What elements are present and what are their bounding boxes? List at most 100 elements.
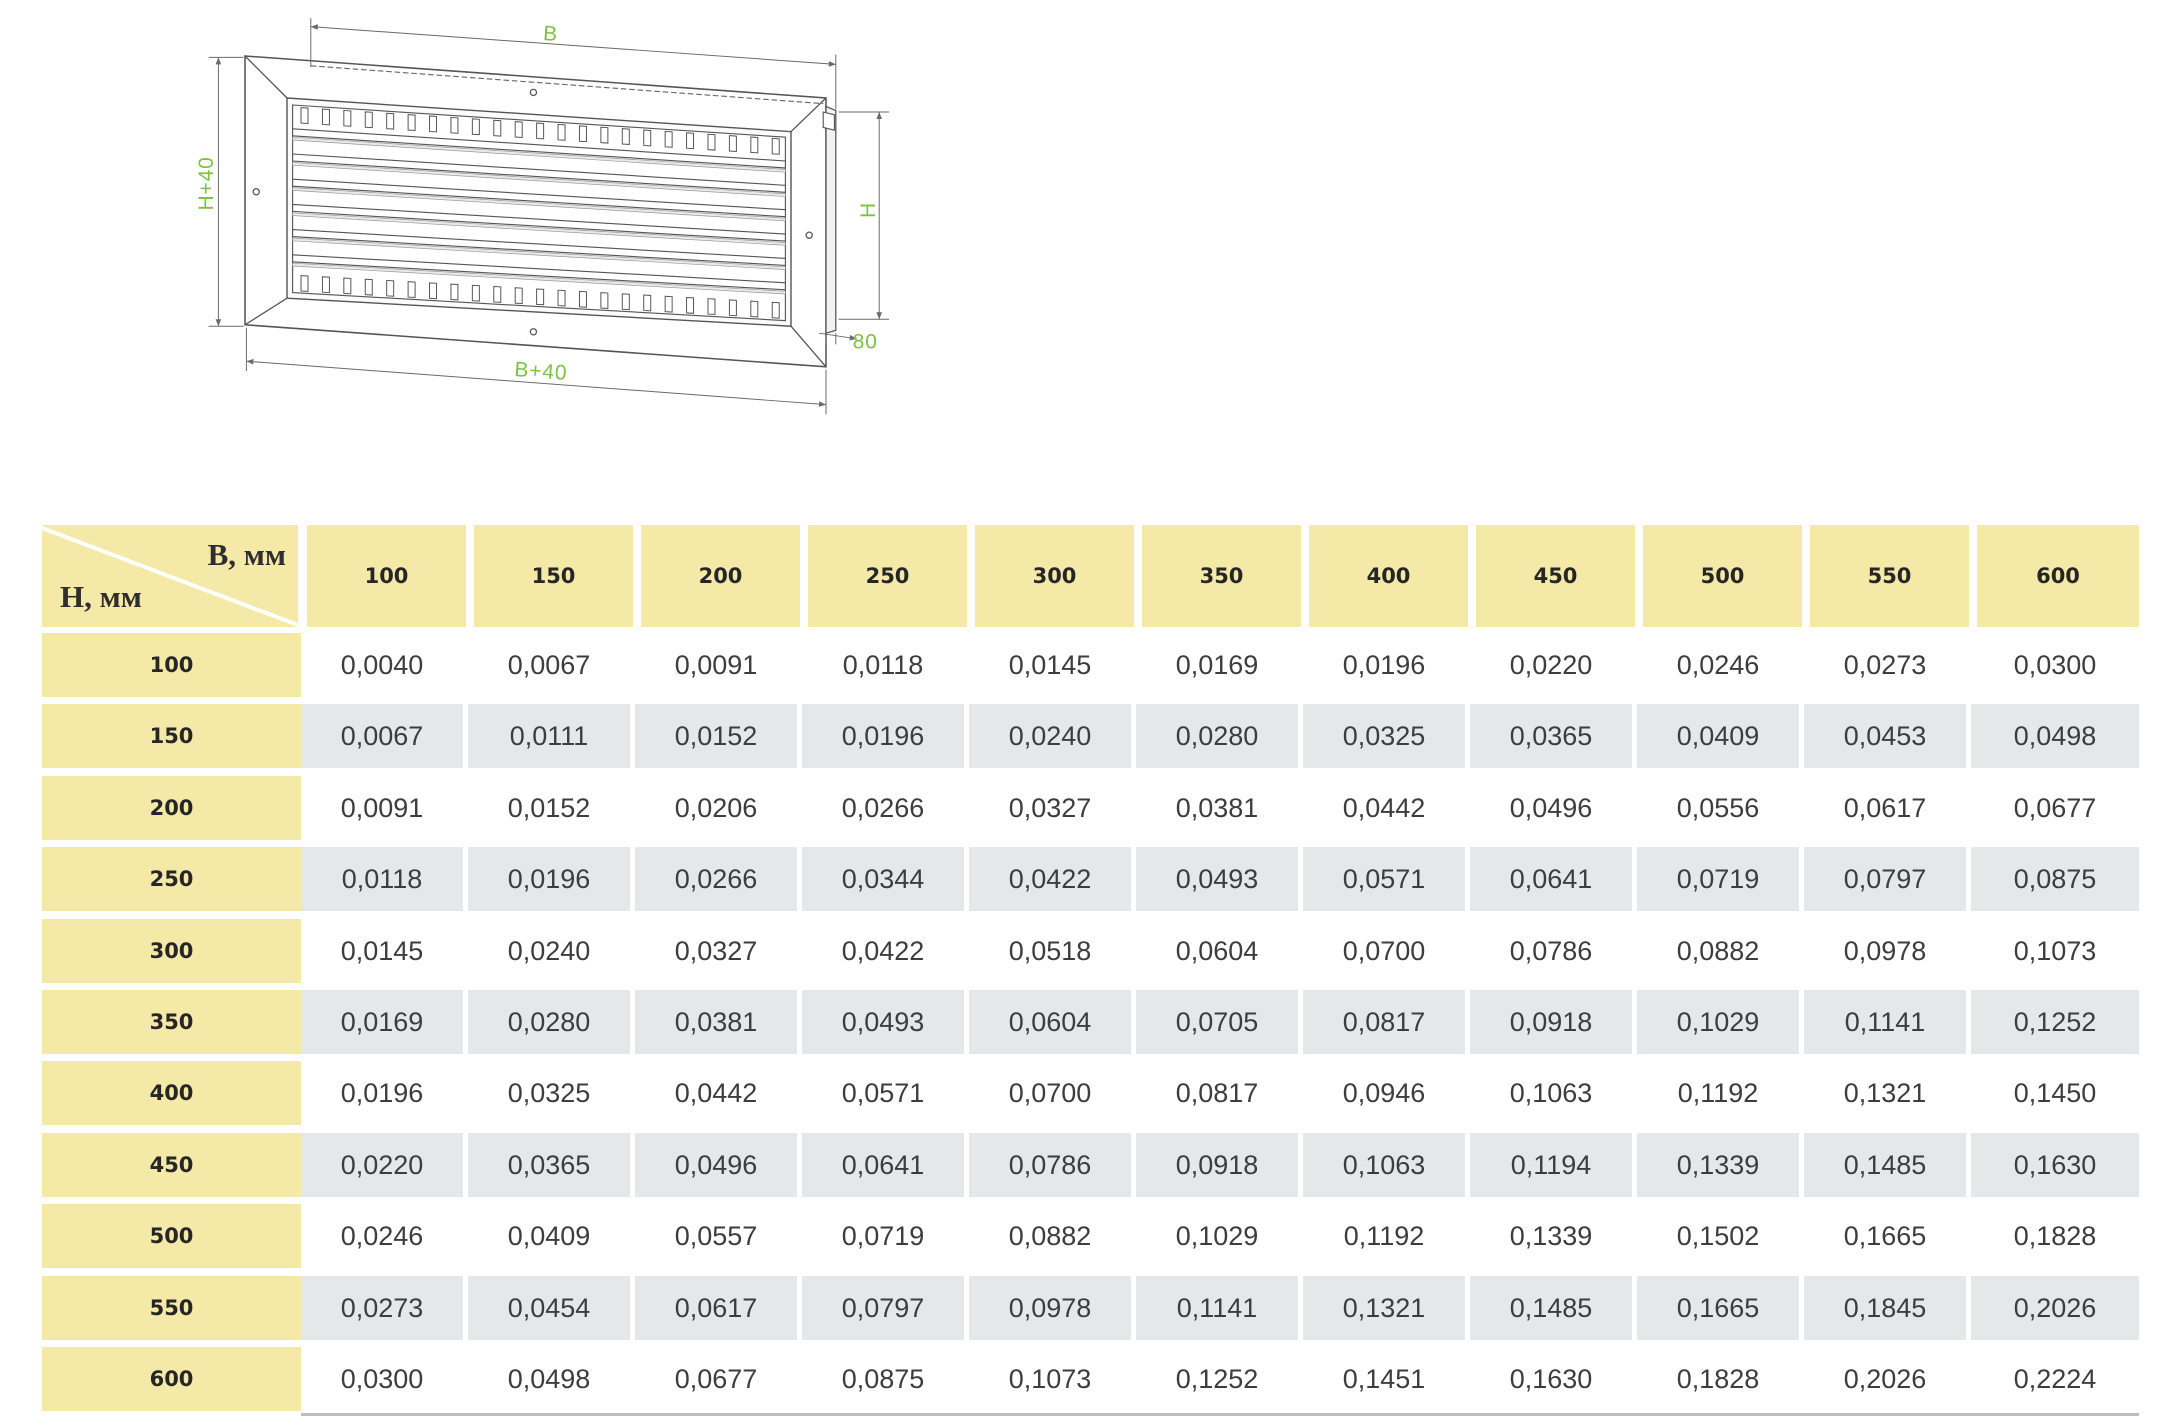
free-area-value-cell: 0,1063 bbox=[1303, 1133, 1465, 1197]
h-row-header: 250 bbox=[42, 847, 301, 911]
b-column-header: 450 bbox=[1476, 525, 1635, 627]
free-area-value-cell: 0,1665 bbox=[1843, 1220, 1927, 1251]
free-area-value-cell: 0,1450 bbox=[2013, 1077, 2097, 1108]
free-area-value-cell: 0,0617 bbox=[635, 1276, 797, 1340]
free-area-value-cell: 0,0273 bbox=[1843, 649, 1927, 680]
free-area-value-cell: 0,0604 bbox=[969, 990, 1131, 1054]
free-area-value-cell: 0,0381 bbox=[635, 990, 797, 1054]
free-area-value-cell: 0,0518 bbox=[1008, 935, 1092, 966]
free-area-value-cell: 0,1192 bbox=[1677, 1077, 1759, 1108]
free-area-value-cell: 0,0091 bbox=[340, 792, 424, 823]
b-column-header: 200 bbox=[641, 525, 800, 627]
free-area-value-cell: 0,0918 bbox=[1470, 990, 1632, 1054]
free-area-value-cell: 0,0152 bbox=[635, 704, 797, 768]
h-row-header: 150 bbox=[42, 704, 301, 768]
free-area-value-cell: 0,0196 bbox=[468, 847, 630, 911]
free-area-value-cell: 0,0240 bbox=[507, 935, 591, 966]
b-axis-label: B, мм bbox=[207, 537, 286, 572]
free-area-value-cell: 0,0220 bbox=[301, 1133, 463, 1197]
free-area-value-cell: 0,0641 bbox=[1470, 847, 1632, 911]
free-area-value-cell: 0,0091 bbox=[674, 649, 758, 680]
free-area-value-cell: 0,0978 bbox=[1843, 935, 1927, 966]
free-area-value-cell: 0,0797 bbox=[802, 1276, 964, 1340]
free-area-value-cell: 0,0266 bbox=[635, 847, 797, 911]
free-area-value-cell: 0,0875 bbox=[1971, 847, 2139, 911]
free-area-value-cell: 0,1192 bbox=[1343, 1220, 1425, 1251]
free-area-value-cell: 0,1828 bbox=[1676, 1363, 1760, 1394]
free-area-value-cell: 0,0705 bbox=[1136, 990, 1298, 1054]
free-area-value-cell: 0,0604 bbox=[1175, 935, 1259, 966]
free-area-value-cell: 0,0152 bbox=[507, 792, 591, 823]
free-area-value-cell: 0,0498 bbox=[507, 1363, 591, 1394]
free-area-value-cell: 0,0196 bbox=[1342, 649, 1426, 680]
h-row-header: 200 bbox=[42, 776, 301, 840]
free-area-value-cell: 0,0442 bbox=[1342, 792, 1426, 823]
free-area-value-cell: 0,0300 bbox=[2013, 649, 2097, 680]
free-area-value-cell: 0,0220 bbox=[1509, 649, 1593, 680]
free-area-value-cell: 0,0067 bbox=[301, 704, 463, 768]
h-row-header: 550 bbox=[42, 1276, 301, 1340]
free-area-value-cell: 0,0817 bbox=[1175, 1077, 1259, 1108]
free-area-value-cell: 0,0273 bbox=[301, 1276, 463, 1340]
free-area-value-cell: 0,0677 bbox=[2013, 792, 2097, 823]
free-area-value-cell: 0,1252 bbox=[1971, 990, 2139, 1054]
free-area-value-cell: 0,0617 bbox=[1843, 792, 1927, 823]
free-area-value-cell: 0,0442 bbox=[674, 1077, 758, 1108]
b-column-header: 100 bbox=[307, 525, 466, 627]
free-area-value-cell: 0,0246 bbox=[340, 1220, 424, 1251]
free-area-value-cell: 0,0040 bbox=[340, 649, 424, 680]
free-area-value-cell: 0,0498 bbox=[1971, 704, 2139, 768]
free-area-value-cell: 0,0817 bbox=[1303, 990, 1465, 1054]
table-bottom-rule bbox=[301, 1413, 2139, 1416]
free-area-value-cell: 0,0246 bbox=[1676, 649, 1760, 680]
free-area-value-cell: 0,0797 bbox=[1804, 847, 1966, 911]
free-area-value-cell: 0,1485 bbox=[1470, 1276, 1632, 1340]
free-area-value-cell: 0,0325 bbox=[1303, 704, 1465, 768]
free-area-value-cell: 0,0266 bbox=[841, 792, 925, 823]
free-area-value-cell: 0,0700 bbox=[1342, 935, 1426, 966]
free-area-value-cell: 0,0786 bbox=[1509, 935, 1593, 966]
free-area-value-cell: 0,0493 bbox=[1136, 847, 1298, 911]
free-area-value-cell: 0,1252 bbox=[1175, 1363, 1259, 1394]
free-area-value-cell: 0,0700 bbox=[1008, 1077, 1092, 1108]
b-column-header: 600 bbox=[1977, 525, 2139, 627]
free-area-value-cell: 0,1339 bbox=[1637, 1133, 1799, 1197]
free-area-value-cell: 0,0556 bbox=[1676, 792, 1760, 823]
free-area-value-cell: 0,0493 bbox=[802, 990, 964, 1054]
b-column-header: 250 bbox=[808, 525, 967, 627]
free-area-value-cell: 0,1073 bbox=[2013, 935, 2097, 966]
free-area-value-cell: 0,1502 bbox=[1676, 1220, 1760, 1251]
free-area-value-cell: 0,0300 bbox=[340, 1363, 424, 1394]
h-axis-label: H, мм bbox=[60, 579, 142, 614]
free-area-value-cell: 0,0719 bbox=[841, 1220, 925, 1251]
h-row-header: 500 bbox=[42, 1204, 301, 1268]
free-area-value-cell: 0,0786 bbox=[969, 1133, 1131, 1197]
free-area-value-cell: 0,0409 bbox=[507, 1220, 591, 1251]
free-area-table: B, мм H, мм 100 150 200 250 300 350 400 450 500 5… bbox=[0, 0, 2180, 1426]
free-area-value-cell: 0,0169 bbox=[301, 990, 463, 1054]
free-area-value-cell: 0,1029 bbox=[1175, 1220, 1259, 1251]
free-area-value-cell: 0,0422 bbox=[841, 935, 925, 966]
free-area-value-cell: 0,0422 bbox=[969, 847, 1131, 911]
free-area-value-cell: 0,0453 bbox=[1804, 704, 1966, 768]
h-row-header: 300 bbox=[42, 919, 301, 983]
free-area-value-cell: 0,0196 bbox=[340, 1077, 424, 1108]
free-area-value-cell: 0,1321 bbox=[1843, 1077, 1927, 1108]
free-area-value-cell: 0,0280 bbox=[1136, 704, 1298, 768]
b-column-header: 150 bbox=[474, 525, 633, 627]
free-area-value-cell: 0,1141 bbox=[1136, 1276, 1298, 1340]
free-area-value-cell: 0,0327 bbox=[1008, 792, 1092, 823]
h-row-header: 350 bbox=[42, 990, 301, 1054]
free-area-value-cell: 0,0381 bbox=[1175, 792, 1259, 823]
free-area-value-cell: 0,0196 bbox=[802, 704, 964, 768]
free-area-value-cell: 0,1063 bbox=[1509, 1077, 1593, 1108]
free-area-value-cell: 0,1141 bbox=[1804, 990, 1966, 1054]
free-area-value-cell: 0,0882 bbox=[1008, 1220, 1092, 1251]
free-area-value-cell: 0,1665 bbox=[1637, 1276, 1799, 1340]
free-area-value-cell: 0,0496 bbox=[1509, 792, 1593, 823]
table-corner-cell: B, мм H, мм bbox=[42, 525, 298, 627]
free-area-value-cell: 0,0918 bbox=[1136, 1133, 1298, 1197]
free-area-value-cell: 0,0875 bbox=[841, 1363, 925, 1394]
h-row-header: 450 bbox=[42, 1133, 301, 1197]
free-area-value-cell: 0,1073 bbox=[1008, 1363, 1092, 1394]
